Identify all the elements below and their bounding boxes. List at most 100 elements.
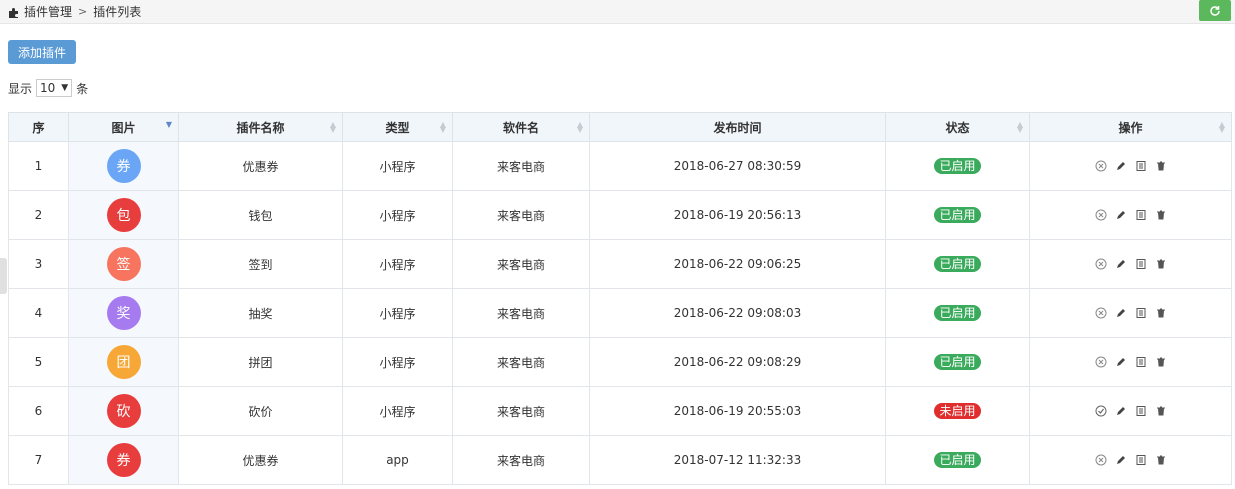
edit-icon[interactable] bbox=[1115, 209, 1127, 221]
row-software: 来客电商 bbox=[452, 435, 590, 485]
delete-icon[interactable] bbox=[1155, 307, 1167, 319]
delete-icon[interactable] bbox=[1155, 405, 1167, 417]
header-status[interactable]: 状态 ▲ ▼ bbox=[885, 112, 1030, 142]
row-name: 砍价 bbox=[178, 386, 343, 436]
delete-icon[interactable] bbox=[1155, 356, 1167, 368]
breadcrumb-separator: > bbox=[78, 5, 88, 18]
row-time: 2018-06-19 20:55:03 bbox=[589, 386, 886, 436]
table-row: 3 签 签到 小程序 来客电商 2018-06-22 09:06:25 已启用 bbox=[8, 239, 1232, 289]
edit-icon[interactable] bbox=[1115, 160, 1127, 172]
plugin-avatar: 奖 bbox=[106, 296, 141, 330]
page-size-control: 显示 10 ▼ 条 bbox=[8, 78, 88, 98]
table-row: 5 团 拼团 小程序 来客电商 2018-06-22 09:08:29 已启用 bbox=[8, 337, 1232, 387]
table-header-row: 序 图片 ▼ 插件名称 ▲ ▼ 类型 ▲ ▼ 软件名 ▲ ▼ 发布时间 状态 ▲ ▼ 操作 ▲ ▼ bbox=[8, 112, 1232, 142]
row-software: 来客电商 bbox=[452, 239, 590, 289]
row-index: 1 bbox=[8, 141, 69, 191]
row-image-cell: 签 bbox=[68, 239, 179, 289]
row-time: 2018-07-12 11:32:33 bbox=[589, 435, 886, 485]
row-status-cell: 已启用 bbox=[885, 288, 1030, 338]
delete-icon[interactable] bbox=[1155, 160, 1167, 172]
breadcrumb-plugin-management[interactable]: 插件管理 bbox=[24, 3, 72, 20]
row-image-cell: 团 bbox=[68, 337, 179, 387]
header-actions[interactable]: 操作 ▲ ▼ bbox=[1029, 112, 1232, 142]
avatar-char: 奖 bbox=[116, 306, 131, 322]
row-index: 3 bbox=[8, 239, 69, 289]
row-name: 抽奖 bbox=[178, 288, 343, 338]
row-status-cell: 已启用 bbox=[885, 190, 1030, 240]
plugin-avatar: 券 bbox=[106, 149, 141, 183]
edit-icon[interactable] bbox=[1115, 307, 1127, 319]
row-status-cell: 已启用 bbox=[885, 141, 1030, 191]
sidebar-toggle-handle[interactable] bbox=[0, 258, 7, 294]
row-software: 来客电商 bbox=[452, 288, 590, 338]
toggle-status-icon[interactable] bbox=[1095, 258, 1107, 270]
row-actions bbox=[1029, 386, 1232, 436]
row-time: 2018-06-22 09:08:29 bbox=[589, 337, 886, 387]
row-image-cell: 包 bbox=[68, 190, 179, 240]
toggle-status-icon[interactable] bbox=[1095, 356, 1107, 368]
details-icon[interactable] bbox=[1135, 454, 1147, 466]
row-time: 2018-06-19 20:56:13 bbox=[589, 190, 886, 240]
page-size-select[interactable]: 10 ▼ bbox=[36, 79, 73, 97]
details-icon[interactable] bbox=[1135, 160, 1147, 172]
row-image-cell: 券 bbox=[68, 435, 179, 485]
breadcrumb-bar: 插件管理 > 插件列表 bbox=[0, 0, 1235, 24]
row-software: 来客电商 bbox=[452, 337, 590, 387]
sort-icon: ▲ ▼ bbox=[1218, 120, 1225, 134]
add-plugin-button[interactable]: 添加插件 bbox=[8, 40, 76, 64]
toggle-status-icon[interactable] bbox=[1095, 160, 1107, 172]
row-name: 签到 bbox=[178, 239, 343, 289]
row-software: 来客电商 bbox=[452, 141, 590, 191]
edit-icon[interactable] bbox=[1115, 258, 1127, 270]
row-type: 小程序 bbox=[342, 288, 453, 338]
row-type: app bbox=[342, 435, 453, 485]
unit-label: 条 bbox=[76, 81, 89, 96]
header-software[interactable]: 软件名 ▲ ▼ bbox=[452, 112, 590, 142]
status-badge: 未启用 bbox=[934, 403, 981, 419]
row-index: 6 bbox=[8, 386, 69, 436]
row-index: 2 bbox=[8, 190, 69, 240]
page-size-value: 10 bbox=[40, 81, 56, 95]
status-badge: 已启用 bbox=[934, 354, 981, 370]
header-image[interactable]: 图片 ▼ bbox=[68, 112, 179, 142]
toggle-status-icon[interactable] bbox=[1095, 307, 1107, 319]
row-actions bbox=[1029, 239, 1232, 289]
toggle-status-icon[interactable] bbox=[1095, 454, 1107, 466]
table-row: 1 券 优惠券 小程序 来客电商 2018-06-27 08:30:59 已启用 bbox=[8, 141, 1232, 191]
header-type[interactable]: 类型 ▲ ▼ bbox=[342, 112, 453, 142]
header-time: 发布时间 bbox=[589, 112, 886, 142]
sort-icon: ▲ ▼ bbox=[576, 120, 583, 134]
delete-icon[interactable] bbox=[1155, 258, 1167, 270]
row-time: 2018-06-22 09:06:25 bbox=[589, 239, 886, 289]
edit-icon[interactable] bbox=[1115, 405, 1127, 417]
header-name[interactable]: 插件名称 ▲ ▼ bbox=[178, 112, 343, 142]
row-name: 拼团 bbox=[178, 337, 343, 387]
show-label: 显示 bbox=[8, 81, 33, 96]
refresh-button[interactable] bbox=[1199, 0, 1231, 21]
table-row: 4 奖 抽奖 小程序 来客电商 2018-06-22 09:08:03 已启用 bbox=[8, 288, 1232, 338]
details-icon[interactable] bbox=[1135, 405, 1147, 417]
details-icon[interactable] bbox=[1135, 209, 1147, 221]
plugin-avatar: 砍 bbox=[106, 394, 141, 428]
avatar-char: 券 bbox=[116, 159, 131, 175]
edit-icon[interactable] bbox=[1115, 454, 1127, 466]
delete-icon[interactable] bbox=[1155, 209, 1167, 221]
sort-icon: ▲ ▼ bbox=[329, 120, 336, 134]
row-type: 小程序 bbox=[342, 386, 453, 436]
breadcrumb-plugin-list: 插件列表 bbox=[93, 5, 142, 19]
row-type: 小程序 bbox=[342, 141, 453, 191]
details-icon[interactable] bbox=[1135, 356, 1147, 368]
header-index: 序 bbox=[8, 112, 69, 142]
details-icon[interactable] bbox=[1135, 258, 1147, 270]
delete-icon[interactable] bbox=[1155, 454, 1167, 466]
row-image-cell: 砍 bbox=[68, 386, 179, 436]
row-software: 来客电商 bbox=[452, 386, 590, 436]
edit-icon[interactable] bbox=[1115, 356, 1127, 368]
toggle-status-icon[interactable] bbox=[1095, 405, 1107, 417]
status-badge: 已启用 bbox=[934, 207, 981, 223]
status-badge: 已启用 bbox=[934, 158, 981, 174]
details-icon[interactable] bbox=[1135, 307, 1147, 319]
toggle-status-icon[interactable] bbox=[1095, 209, 1107, 221]
row-name: 钱包 bbox=[178, 190, 343, 240]
row-name: 优惠券 bbox=[178, 435, 343, 485]
